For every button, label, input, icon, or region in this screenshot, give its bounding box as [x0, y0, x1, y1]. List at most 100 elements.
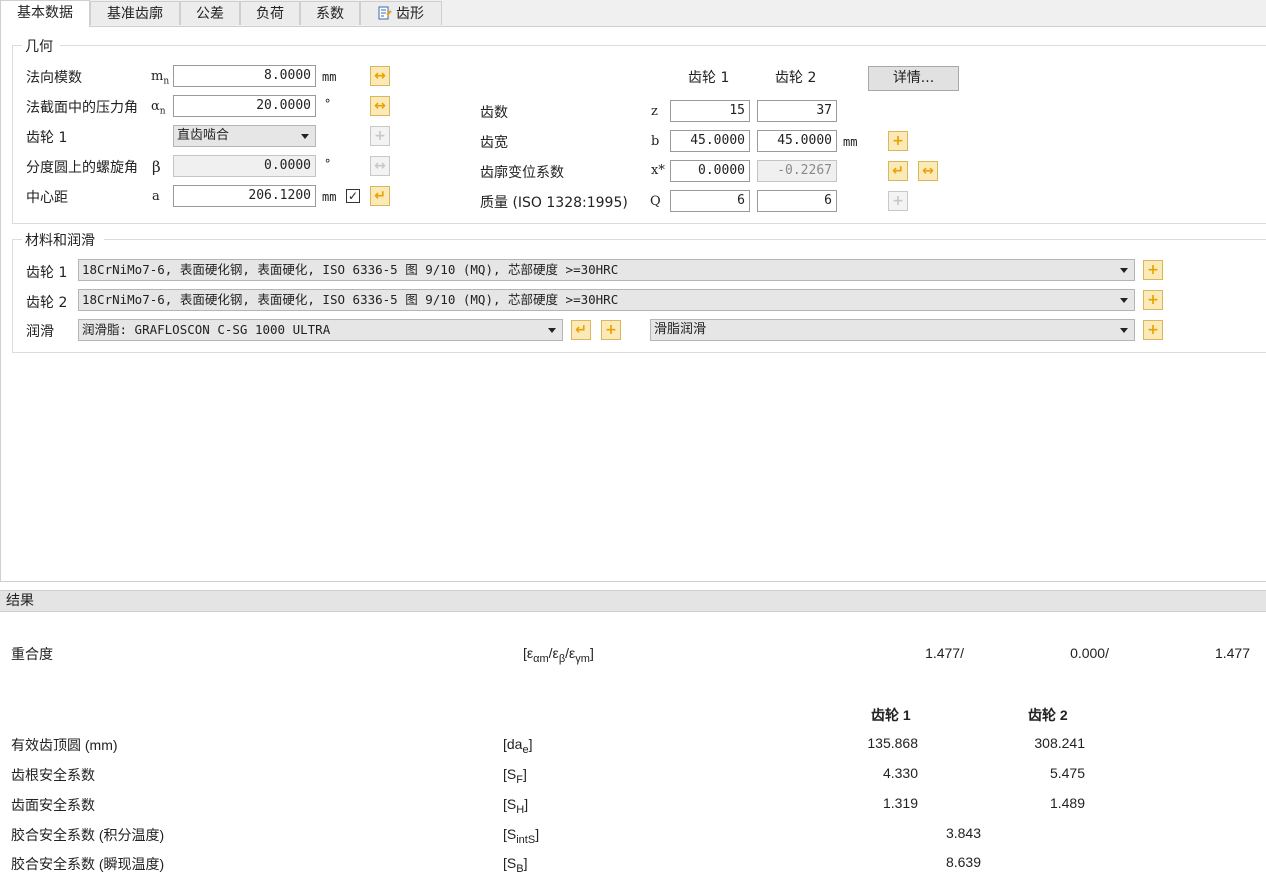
tab-bar: 基本数据 基准齿廓 公差 负荷 系数 齿形 [0, 0, 1266, 27]
group-border [12, 239, 22, 240]
lubricant-select[interactable]: 润滑脂: GRAFLOSCON C-SG 1000 ULTRA [78, 319, 563, 341]
group-border [12, 45, 22, 46]
result-row-symbol: [SH] [503, 796, 529, 816]
result-row-symbol: [SB] [503, 855, 528, 875]
center-distance-label: 中心距 [26, 190, 68, 206]
gear2-material-label: 齿轮 2 [26, 295, 68, 311]
plus-icon[interactable]: + [1143, 320, 1163, 340]
gear2-material-value: 18CrNiMo7-6, 表面硬化钢, 表面硬化, ISO 6336-5 图 9… [82, 292, 619, 307]
normal-module-input[interactable]: 8.0000 [173, 65, 316, 87]
gear1-face-width-input[interactable]: 45.0000 [670, 130, 750, 152]
enter-arrow-icon[interactable]: ↵ [571, 320, 591, 340]
tab-label: 基本数据 [17, 5, 73, 21]
lubrication-type-select[interactable]: 滑脂润滑 [650, 319, 1135, 341]
quality-label: 质量 (ISO 1328:1995) [480, 195, 628, 211]
arrow-both-icon[interactable]: ↔ [370, 96, 390, 116]
pressure-angle-unit: ° [324, 97, 332, 111]
pressure-angle-label: 法截面中的压力角 [26, 100, 138, 116]
result-gear1-value: 1.319 [882, 795, 918, 811]
gear2-material-select[interactable]: 18CrNiMo7-6, 表面硬化钢, 表面硬化, ISO 6336-5 图 9… [78, 289, 1135, 311]
result-gear1-value: 4.330 [882, 765, 918, 781]
gear1-mesh-label: 齿轮 1 [26, 130, 68, 146]
tab-label: 齿形 [396, 6, 424, 22]
tab-label: 系数 [316, 6, 344, 22]
center-distance-checkbox[interactable]: ✓ [346, 189, 360, 203]
plus-icon: + [888, 191, 908, 211]
tab-label: 公差 [196, 6, 224, 22]
tab-label: 负荷 [256, 6, 284, 22]
chevron-down-icon [1120, 268, 1128, 273]
results-gear1-header: 齿轮 1 [871, 707, 911, 723]
gear1-quality-input[interactable]: 6 [670, 190, 750, 212]
gear1-header: 齿轮 1 [688, 70, 730, 86]
group-border [12, 239, 13, 352]
chevron-down-icon [301, 134, 309, 139]
result-single-value: 8.639 [945, 854, 981, 870]
group-border [12, 45, 13, 223]
gear2-header: 齿轮 2 [775, 70, 817, 86]
plus-icon[interactable]: + [1143, 290, 1163, 310]
contact-ratio-beta: 0.000/ [1070, 645, 1109, 661]
arrow-both-icon: ↔ [370, 156, 390, 176]
center-distance-unit: mm [322, 190, 337, 204]
gear2-face-width-input[interactable]: 45.0000 [757, 130, 837, 152]
helix-angle-unit: ° [324, 157, 332, 171]
plus-icon[interactable]: + [601, 320, 621, 340]
tab-basic-data[interactable]: 基本数据 [0, 0, 90, 27]
gear2-teeth-input[interactable]: 37 [757, 100, 837, 122]
tab-load[interactable]: 负荷 [240, 1, 300, 25]
gear1-teeth-input[interactable]: 15 [670, 100, 750, 122]
teeth-count-label: 齿数 [480, 105, 508, 121]
contact-ratio-alpha: 1.477/ [925, 645, 964, 661]
normal-module-label: 法向模数 [26, 70, 82, 86]
tab-tolerances[interactable]: 公差 [180, 1, 240, 25]
pressure-angle-input[interactable]: 20.0000 [173, 95, 316, 117]
gear2-profile-shift-input: -0.2267 [757, 160, 837, 182]
normal-module-unit: mm [322, 70, 337, 84]
arrow-both-icon[interactable]: ↔ [918, 161, 938, 181]
tab-reference-profile[interactable]: 基准齿廓 [90, 1, 180, 25]
gear1-material-label: 齿轮 1 [26, 265, 68, 281]
helix-angle-label: 分度圆上的螺旋角 [26, 160, 138, 176]
gear1-material-select[interactable]: 18CrNiMo7-6, 表面硬化钢, 表面硬化, ISO 6336-5 图 9… [78, 259, 1135, 281]
profile-shift-symbol: x* [651, 163, 665, 178]
result-row-symbol: [dae] [503, 736, 533, 756]
mesh-type-select[interactable]: 直齿啮合 [173, 125, 316, 147]
teeth-count-symbol: z [651, 104, 658, 119]
mesh-type-value: 直齿啮合 [177, 128, 230, 143]
plus-icon[interactable]: + [888, 131, 908, 151]
group-border [12, 352, 1266, 353]
helix-angle-input: 0.0000 [173, 155, 316, 177]
geometry-group-title: 几何 [22, 36, 56, 56]
gear2-quality-input[interactable]: 6 [757, 190, 837, 212]
result-gear2-value: 308.241 [1034, 735, 1085, 751]
result-row-label: 齿根安全系数 [11, 767, 95, 783]
results-header: 结果 [0, 590, 1266, 612]
tab-label: 基准齿廓 [107, 6, 163, 22]
enter-arrow-icon[interactable]: ↵ [888, 161, 908, 181]
tab-factors[interactable]: 系数 [300, 1, 360, 25]
gear1-profile-shift-input[interactable]: 0.0000 [670, 160, 750, 182]
lubrication-type-value: 滑脂润滑 [654, 322, 707, 337]
results-gear2-header: 齿轮 2 [1028, 707, 1068, 723]
result-gear1-value: 135.868 [867, 735, 918, 751]
result-row-label: 有效齿顶圆 (mm) [11, 737, 118, 753]
enter-arrow-icon[interactable]: ↵ [370, 186, 390, 206]
quality-symbol: Q [650, 194, 661, 209]
profile-icon [378, 6, 392, 20]
result-row-label: 齿面安全系数 [11, 797, 95, 813]
result-gear2-value: 5.475 [1049, 765, 1085, 781]
center-distance-symbol: a [152, 189, 160, 204]
arrow-both-icon[interactable]: ↔ [370, 66, 390, 86]
contact-ratio-gamma: 1.477 [1214, 645, 1250, 661]
plus-icon[interactable]: + [1143, 260, 1163, 280]
result-row-label: 胶合安全系数 (积分温度) [11, 827, 165, 843]
result-row-label: 胶合安全系数 (瞬现温度) [11, 856, 165, 872]
material-group-title: 材料和润滑 [22, 230, 98, 250]
result-single-value: 3.843 [945, 825, 981, 841]
tab-tooth-form[interactable]: 齿形 [360, 1, 442, 25]
center-distance-input[interactable]: 206.1200 [173, 185, 316, 207]
details-button[interactable]: 详情... [868, 66, 959, 91]
lubricant-value: 润滑脂: GRAFLOSCON C-SG 1000 ULTRA [82, 322, 331, 337]
contact-ratio-label: 重合度 [11, 646, 53, 662]
